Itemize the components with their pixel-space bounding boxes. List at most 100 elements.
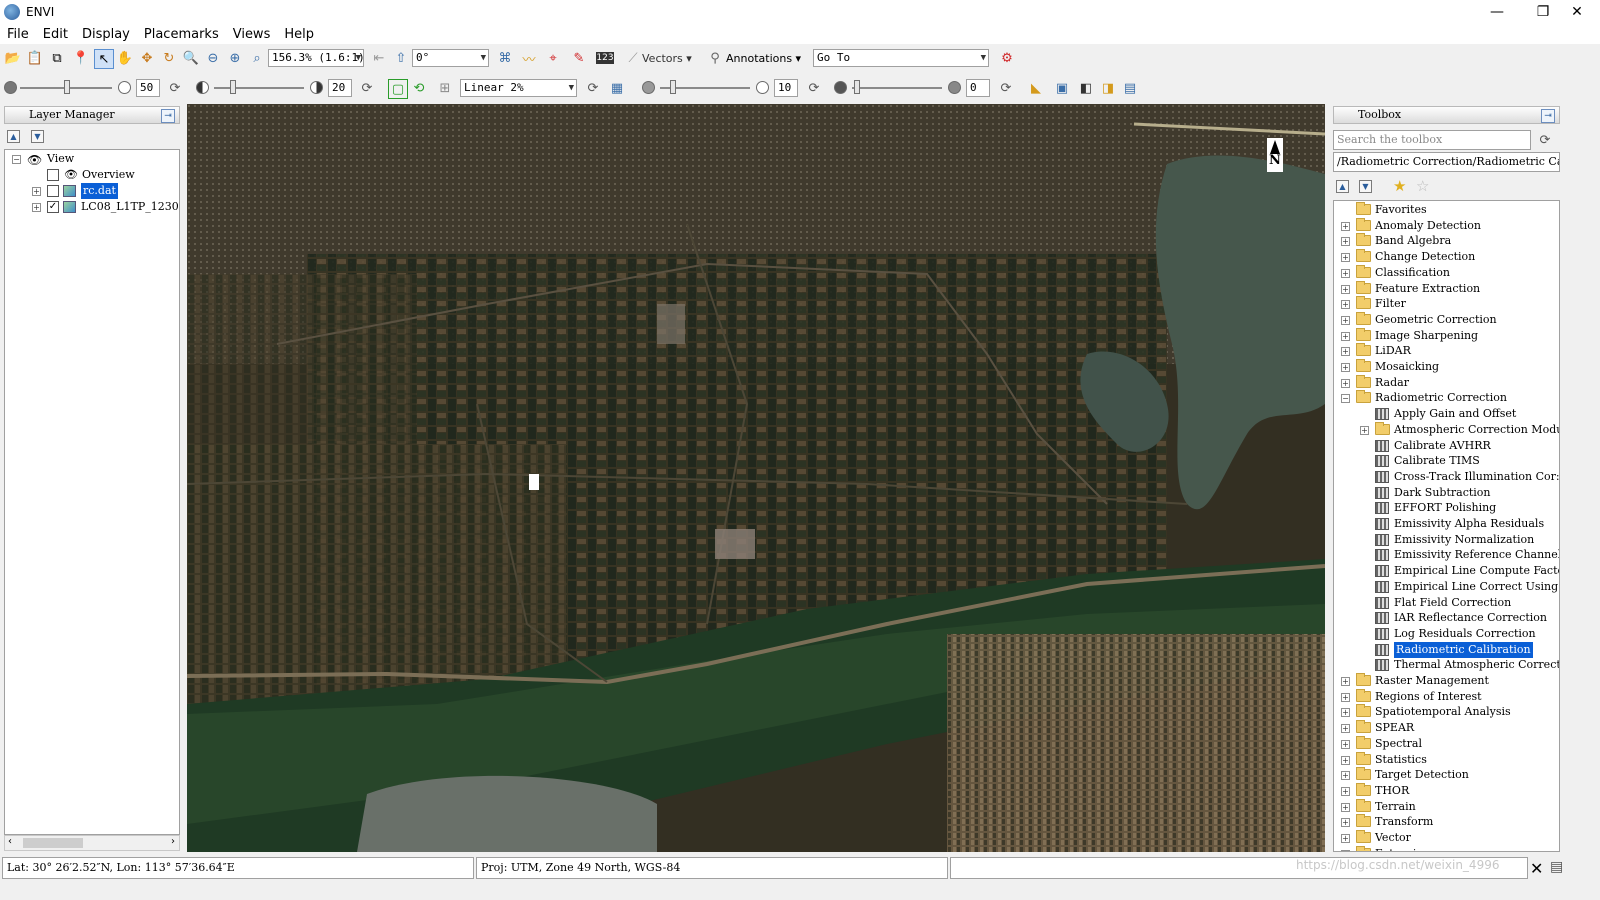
scroll-right-icon[interactable]: › <box>171 836 175 847</box>
toolbox-item-extensions[interactable]: + Extensions <box>1334 845 1559 851</box>
toolbox-item-apply-gain-and-offset[interactable]: Apply Gain and Offset <box>1334 406 1559 422</box>
menu-placemarks[interactable]: Placemarks <box>137 27 226 42</box>
image-view[interactable]: N <box>187 104 1325 852</box>
data-manager-icon[interactable]: 📋 <box>26 49 44 67</box>
refresh-icon[interactable]: ⟳ <box>1536 131 1554 149</box>
process-manager-icon[interactable]: ▤ <box>1550 859 1563 875</box>
vectors-icon[interactable]: ⟋ <box>624 49 642 67</box>
toolbox-item-transform[interactable]: + Transform <box>1334 814 1559 830</box>
close-window-button[interactable]: ✕ <box>1554 0 1600 24</box>
placemark-icon[interactable]: 📍 <box>72 49 90 67</box>
view-flicker-icon[interactable]: ◧ <box>1077 79 1095 97</box>
toolbox-item-favorites[interactable]: Favorites <box>1334 202 1559 218</box>
select-cursor-icon[interactable]: ↖ <box>94 49 114 69</box>
menu-views[interactable]: Views <box>226 27 278 42</box>
annotations-menu[interactable]: Annotations ▾ <box>726 52 801 65</box>
expand-icon[interactable]: + <box>1341 300 1350 310</box>
brightness-input[interactable]: 50 <box>136 79 160 97</box>
toolbox-item-feature-extraction[interactable]: + Feature Extraction <box>1334 280 1559 297</box>
toolbox-item-regions-of-interest[interactable]: + Regions of Interest <box>1334 688 1559 705</box>
view-swipe-icon[interactable]: ◨ <box>1099 79 1117 97</box>
toolbox-item-geometric-correction[interactable]: + Geometric Correction <box>1334 311 1559 328</box>
overview-checkbox[interactable] <box>47 169 59 181</box>
pan-hand-icon[interactable]: ✋ <box>116 49 134 67</box>
toolbox-item-raster-management[interactable]: + Raster Management <box>1334 673 1559 689</box>
crop-icon[interactable]: ⧉ <box>48 49 66 67</box>
toolbox-item-target-detection[interactable]: + Target Detection <box>1334 767 1559 783</box>
collapse-icon[interactable]: − <box>12 155 21 164</box>
annotations-icon[interactable]: ⚲ <box>706 49 724 67</box>
expand-icon[interactable]: + <box>1341 724 1350 734</box>
toolbox-item-cross-track-illumination-cor[interactable]: Cross-Track Illumination Cor: <box>1334 469 1559 485</box>
toolbox-item-vector[interactable]: + Vector <box>1334 830 1559 846</box>
expand-icon[interactable]: + <box>1341 802 1350 812</box>
expand-icon[interactable]: + <box>1341 739 1350 749</box>
chip-view-icon[interactable]: ▤ <box>1121 79 1139 97</box>
tree-item-lc08[interactable]: + ✓ LC08_L1TP_123039_ <box>11 199 179 215</box>
add-favorite-star-icon[interactable]: ★ <box>1393 177 1406 195</box>
expand-icon[interactable]: + <box>1341 347 1350 357</box>
cancel-process-icon[interactable]: ✕ <box>1530 859 1543 878</box>
reset-transparency-icon[interactable]: ⟳ <box>997 79 1015 97</box>
pin-icon[interactable]: ⇥ <box>1541 109 1555 123</box>
fly-icon[interactable]: ✥ <box>138 49 156 67</box>
stretch-settings-icon[interactable]: ⊞ <box>436 79 454 97</box>
toolbox-item-lidar[interactable]: + LiDAR <box>1334 343 1559 359</box>
expand-icon[interactable]: + <box>1341 708 1350 718</box>
reset-contrast-icon[interactable]: ⟳ <box>358 79 376 97</box>
toolbox-item-band-algebra[interactable]: + Band Algebra <box>1334 233 1559 249</box>
goto-link-icon[interactable]: ⚙ <box>998 49 1016 67</box>
rotate-icon[interactable]: ↻ <box>160 49 178 67</box>
toolbox-item-calibrate-avhrr[interactable]: Calibrate AVHRR <box>1334 438 1559 454</box>
stretch-link-icon[interactable]: ⟲ <box>410 79 428 97</box>
transparency-input[interactable]: 0 <box>966 79 990 97</box>
toolbox-item-image-sharpening[interactable]: + Image Sharpening <box>1334 327 1559 344</box>
menu-file[interactable]: File <box>0 27 36 42</box>
goto-dropdown[interactable]: Go To ▼ <box>813 49 989 67</box>
expand-icon[interactable]: + <box>1360 425 1369 435</box>
toolbox-item-radiometric-calibration[interactable]: Radiometric Calibration <box>1334 641 1559 658</box>
sharpen-input[interactable]: 10 <box>774 79 798 97</box>
minimize-button[interactable]: — <box>1474 0 1520 24</box>
tree-item-overview[interactable]: 👁 Overview <box>11 167 179 183</box>
toolbox-item-filter[interactable]: + Filter <box>1334 296 1559 312</box>
pin-icon[interactable]: ⇥ <box>161 109 175 123</box>
collapse-all-button[interactable]: ▲ <box>7 130 20 143</box>
expand-icon[interactable]: + <box>1341 378 1350 388</box>
toolbox-item-radar[interactable]: + Radar <box>1334 374 1559 391</box>
expand-icon[interactable]: + <box>1341 786 1350 796</box>
expand-icon[interactable]: + <box>1341 268 1350 278</box>
layer-horizontal-scrollbar[interactable]: ‹ › <box>4 835 180 851</box>
contrast-slider-track[interactable] <box>214 87 304 89</box>
expand-icon[interactable]: + <box>1341 331 1350 341</box>
toolbox-item-statistics[interactable]: + Statistics <box>1334 751 1559 768</box>
zoom-full-icon[interactable]: ⌕ <box>248 49 266 67</box>
zoom-in-icon[interactable]: ⊕ <box>226 49 244 67</box>
zoom-level-dropdown[interactable]: 156.3% (1.6:1) ▼ <box>268 49 364 67</box>
toolbox-item-effort-polishing[interactable]: EFFORT Polishing <box>1334 500 1559 516</box>
measure-icon[interactable]: ✎ <box>570 49 588 67</box>
expand-icon[interactable]: + <box>1341 834 1350 843</box>
expand-all-button[interactable]: ▼ <box>31 130 44 143</box>
view-blend-icon[interactable]: ▣ <box>1053 79 1071 97</box>
toolbox-item-change-detection[interactable]: + Change Detection <box>1334 249 1559 265</box>
reset-sharpen-icon[interactable]: ⟳ <box>805 79 823 97</box>
menu-display[interactable]: Display <box>75 27 137 42</box>
toolbox-item-emissivity-alpha-residuals[interactable]: Emissivity Alpha Residuals <box>1334 516 1559 532</box>
remove-favorite-star-icon[interactable]: ☆ <box>1416 177 1429 195</box>
spectral-profile-icon[interactable]: 〰 <box>520 49 538 68</box>
zoom-icon[interactable]: 🔍 <box>182 49 200 67</box>
expand-all-button[interactable]: ▼ <box>1359 180 1372 193</box>
toolbox-item-iar-reflectance-correction[interactable]: IAR Reflectance Correction <box>1334 610 1559 626</box>
contrast-slider-thumb[interactable] <box>230 80 236 94</box>
zoom-out-icon[interactable]: ⊖ <box>204 49 222 67</box>
expand-icon[interactable]: + <box>32 203 41 212</box>
rotate-left-icon[interactable]: ⇤ <box>370 49 388 67</box>
expand-icon[interactable]: + <box>1341 692 1350 702</box>
toolbox-search-input[interactable]: Search the toolbox <box>1333 130 1531 150</box>
toolbox-item-emissivity-reference-channel[interactable]: Emissivity Reference Channel <box>1334 547 1559 563</box>
toolbox-item-spear[interactable]: + SPEAR <box>1334 720 1559 736</box>
toolbox-item-anomaly-detection[interactable]: + Anomaly Detection <box>1334 217 1559 234</box>
expand-icon[interactable]: + <box>1341 677 1350 686</box>
menu-edit[interactable]: Edit <box>36 27 75 42</box>
